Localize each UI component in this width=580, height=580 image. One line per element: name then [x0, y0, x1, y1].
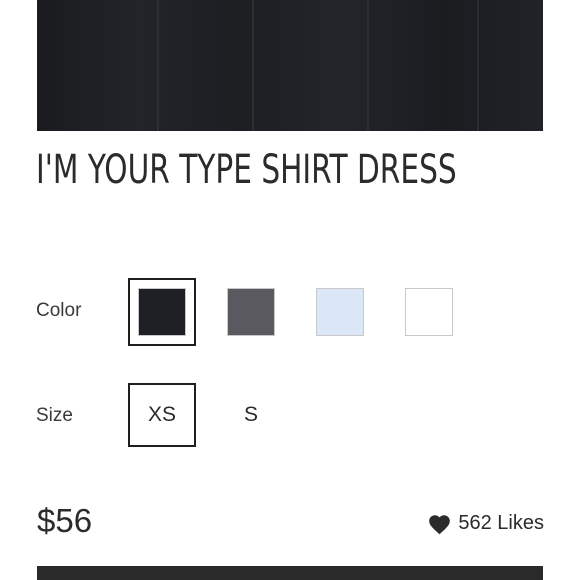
- color-swatch-white[interactable]: [405, 288, 453, 336]
- likes-button[interactable]: 562 Likes: [427, 512, 544, 535]
- size-option-xs[interactable]: XS: [128, 383, 196, 447]
- product-image[interactable]: [37, 0, 543, 131]
- heart-icon: [429, 514, 451, 534]
- product-page: I'M YOUR TYPE SHIRT DRESS Color Size XS …: [0, 0, 580, 580]
- color-swatch-charcoal[interactable]: [227, 288, 275, 336]
- color-swatch-light-blue[interactable]: [316, 288, 364, 336]
- size-option-s[interactable]: S: [217, 383, 285, 447]
- color-label: Color: [36, 300, 82, 321]
- product-title: I'M YOUR TYPE SHIRT DRESS: [36, 147, 457, 193]
- fabric-fold: [367, 0, 369, 131]
- fabric-fold: [477, 0, 479, 131]
- likes-count: 562 Likes: [458, 512, 544, 534]
- fabric-fold: [157, 0, 159, 131]
- price: $56: [37, 502, 93, 539]
- color-swatch-black[interactable]: [138, 288, 186, 336]
- fabric-fold: [252, 0, 254, 131]
- add-to-bag-button[interactable]: [37, 566, 543, 580]
- size-label: Size: [36, 405, 73, 426]
